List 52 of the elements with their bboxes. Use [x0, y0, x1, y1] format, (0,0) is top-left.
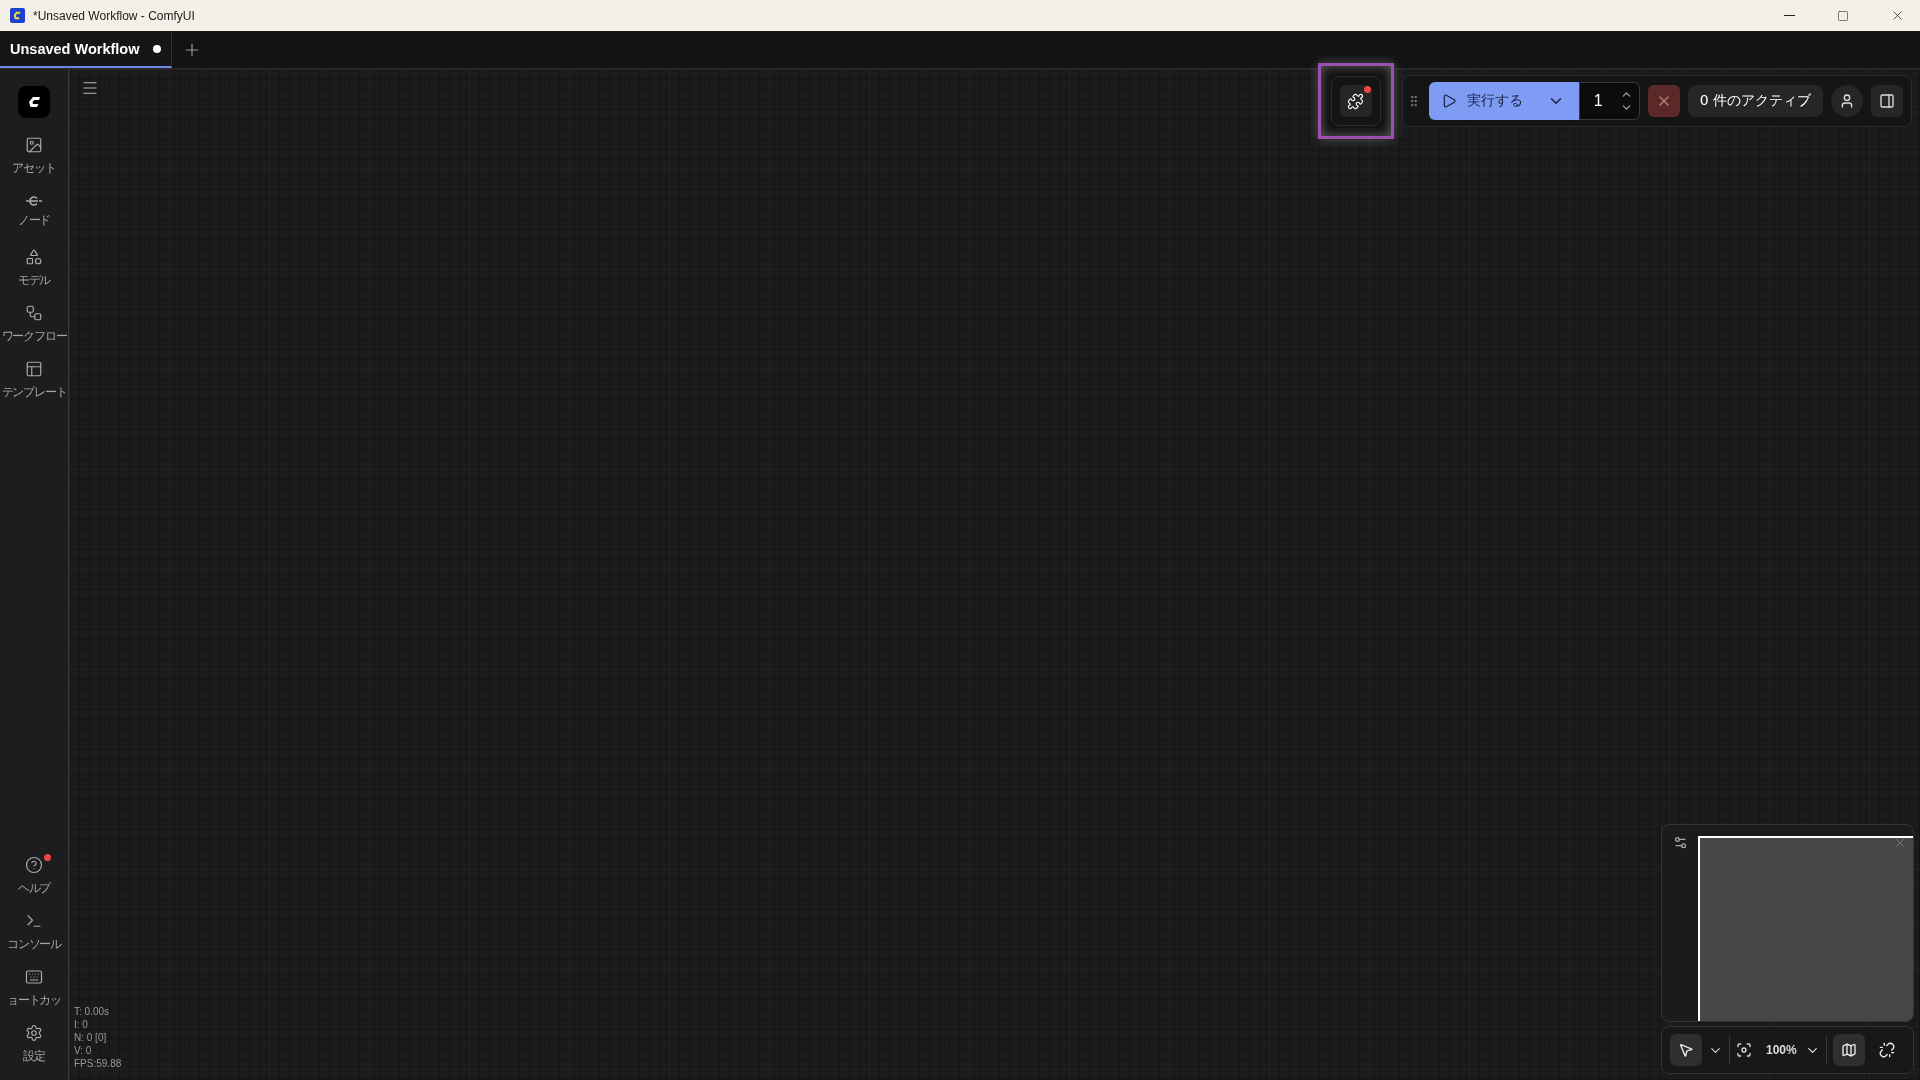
run-button[interactable]: 実行する [1428, 82, 1579, 120]
sidebar-item[interactable]: モデル [0, 240, 68, 296]
zoom-button[interactable]: 100% [1766, 1042, 1820, 1058]
fit-view-button[interactable] [1736, 1042, 1752, 1058]
panel-icon [1879, 93, 1895, 109]
close-button[interactable] [1893, 836, 1907, 850]
close-icon [1893, 836, 1907, 850]
unlink-icon [1878, 1042, 1895, 1058]
pointer-icon [1678, 1042, 1694, 1058]
app-logo-icon [10, 8, 25, 23]
puzzle-icon [1347, 92, 1365, 110]
stat-text: FPS:59.88 [74, 1057, 122, 1070]
extensions-button[interactable] [1330, 76, 1381, 126]
window-title: *Unsaved Workflow - ComfyUI [33, 8, 196, 23]
map-icon [1840, 1042, 1857, 1058]
sidebar-item[interactable]: テンプレート [0, 352, 68, 408]
minimize-icon [1783, 15, 1795, 16]
stat-text: N: 0 [0] [74, 1031, 108, 1044]
sidebar-item[interactable]: ノード [0, 184, 68, 240]
menu-icon [81, 79, 99, 97]
sidebar-item[interactable]: ヘルプ [0, 848, 68, 904]
sidebar-item[interactable]: アセット [0, 128, 68, 184]
focus-icon [1736, 1042, 1752, 1058]
stat-text: I: 0 [74, 1018, 89, 1031]
menu-button[interactable] [81, 79, 99, 97]
queue-button[interactable]: 0 件のアクティブ [1687, 85, 1823, 117]
batch-count-field[interactable]: 1 [1593, 92, 1608, 110]
maximize-icon [1837, 9, 1849, 22]
cancel-button[interactable] [1647, 85, 1680, 117]
keyboard-icon [25, 967, 43, 986]
help-icon [25, 855, 43, 874]
stat-text: V: 0 [74, 1044, 93, 1057]
workflow-tab[interactable]: Unsaved Workflow [0, 31, 173, 68]
sliders-icon[interactable] [1672, 835, 1688, 850]
logo-icon [26, 94, 42, 110]
select-tool-button[interactable] [1670, 1034, 1702, 1066]
settings-icon [25, 1023, 43, 1042]
image-icon [25, 135, 43, 154]
logo-button[interactable] [18, 86, 50, 118]
shapes-icon [25, 247, 43, 266]
sidebar-item[interactable]: ョートカッ [0, 960, 68, 1016]
user-icon [1839, 93, 1855, 109]
template-icon [25, 359, 43, 378]
panel-toggle-button[interactable] [1871, 85, 1903, 117]
stat-text: T: 0.00s [74, 1005, 111, 1018]
sidebar-item[interactable]: 設定 [0, 1016, 68, 1072]
node-icon [25, 195, 43, 206]
user-button[interactable] [1831, 85, 1863, 117]
workflow-icon [25, 303, 43, 322]
sidebar-item[interactable]: ワークフロー [0, 296, 68, 352]
sidebar-item[interactable]: コンソール [0, 904, 68, 960]
minimap-button[interactable] [1832, 1034, 1865, 1066]
